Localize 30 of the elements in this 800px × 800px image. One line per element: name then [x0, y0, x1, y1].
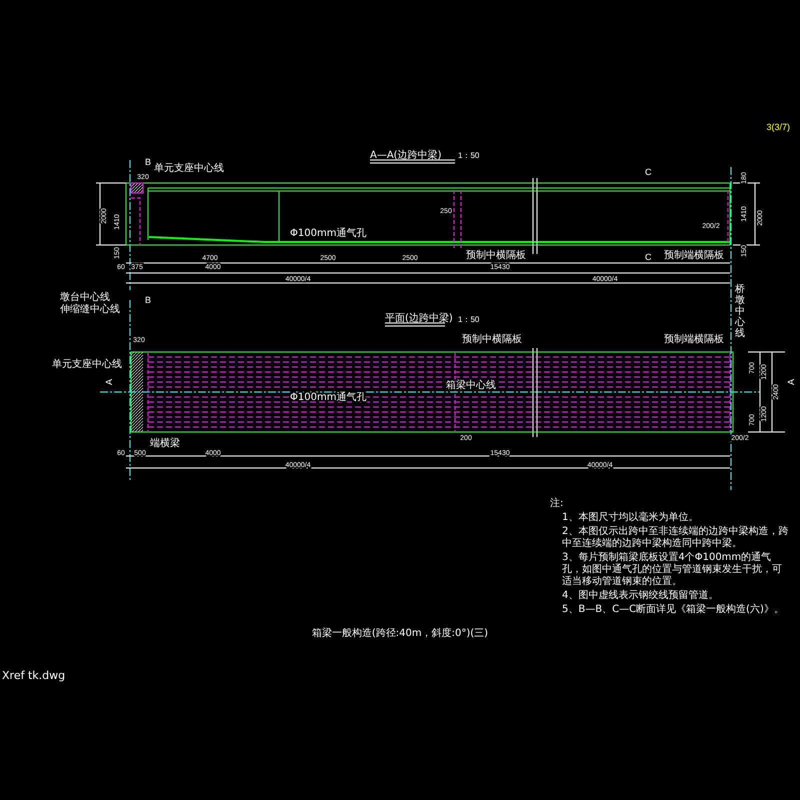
leader-label: 单元支座中心线 — [154, 163, 224, 174]
leader-label: 预制端横隔板 — [664, 250, 724, 261]
section-cut-mark: C — [645, 252, 652, 262]
note-text: 3、每片预制箱梁底板设置4个Φ100mm的通气孔，如图中通气孔的位置与管道钢束发生干扰，可适当移动管道钢束的位置。 — [561, 552, 783, 588]
drawing-title: 箱梁一般构造(跨径:40m，斜度:0°)(三) — [312, 628, 488, 639]
leader-label: 墩台中心线 — [60, 292, 110, 303]
leader-label: 预制端横隔板 — [664, 334, 724, 345]
plan-scale: 1：50 — [458, 315, 480, 324]
plan-title: 平面(边跨中梁) — [385, 313, 453, 324]
section-cut-mark: B — [145, 157, 152, 167]
leader-label: 预制中横隔板 — [466, 250, 526, 261]
leader-label: Φ100mm通气孔 — [290, 228, 366, 239]
section-cut-mark: B — [145, 295, 152, 305]
leader-label: 预制中横隔板 — [462, 334, 522, 345]
section-cut-mark: C — [645, 167, 652, 177]
section-cut-mark: A — [104, 379, 114, 385]
leader-label: 端横梁 — [150, 438, 180, 449]
sheet-number: 3(3/7) — [766, 122, 790, 132]
section-scale: 1：50 — [458, 151, 480, 160]
leader-label: 单元支座中心线 — [52, 359, 122, 370]
vertical-label: 桥墩中心线 — [735, 284, 745, 339]
notes-heading: 注: — [550, 498, 564, 510]
note-text: 1、本图尺寸均以毫米为单位。 — [561, 512, 700, 524]
note-text: 5、B—B、C—C断面详见《箱梁一般构造(六)》。 — [561, 604, 785, 616]
leader-label: 伸缩缝中心线 — [60, 304, 120, 315]
file-label: Xref tk.dwg — [2, 668, 66, 684]
note-text: 4、图中虚线表示钢绞线预留管道。 — [561, 590, 720, 602]
section-cut-mark: A — [786, 379, 796, 385]
section-title: A—A(边跨中梁) — [370, 150, 442, 161]
note-text: 2、本图仅示出跨中至非连续端的边跨中梁构造，跨中至连续端的边跨中梁构造同中跨中梁。 — [561, 526, 790, 550]
